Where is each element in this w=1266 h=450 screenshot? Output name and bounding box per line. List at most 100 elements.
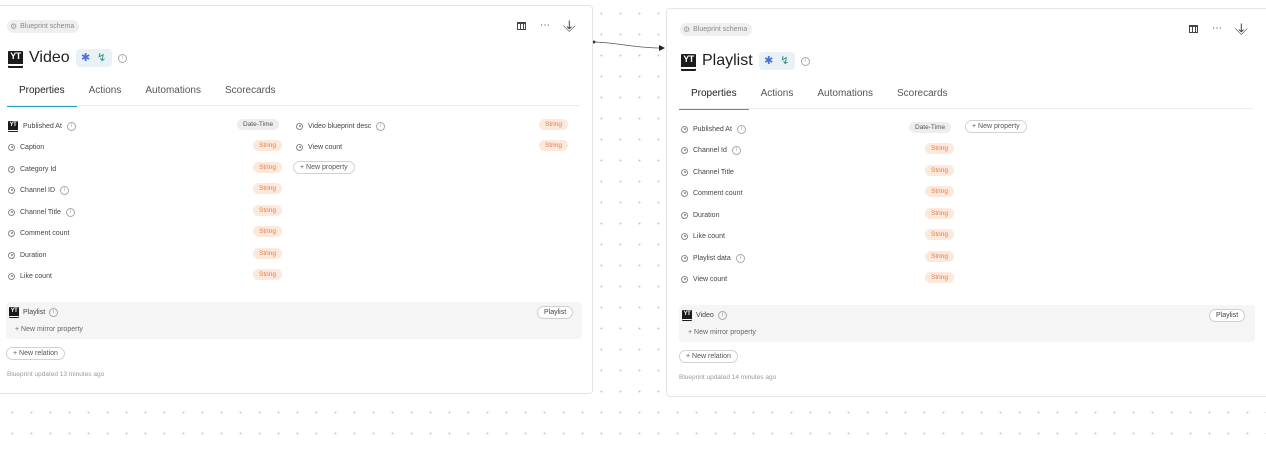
table-icon[interactable] bbox=[517, 22, 526, 30]
type-pill: String bbox=[925, 251, 954, 262]
more-icon[interactable]: ⋯ bbox=[540, 21, 550, 31]
tab-scorecards[interactable]: Scorecards bbox=[885, 88, 960, 110]
new-relation-button[interactable]: + New relation bbox=[6, 347, 65, 360]
property-row[interactable]: Channel Title bbox=[681, 166, 734, 178]
property-radio-icon bbox=[8, 165, 15, 173]
property-row[interactable]: Caption bbox=[8, 141, 44, 153]
property-radio-icon bbox=[681, 232, 688, 240]
property-row[interactable]: Published At i bbox=[681, 123, 746, 135]
relation-row[interactable]: YT Video i bbox=[682, 310, 727, 320]
relation-row[interactable]: YT Playlist i bbox=[9, 307, 59, 317]
info-icon[interactable]: i bbox=[736, 124, 746, 134]
relation-target-pill[interactable]: Playlist bbox=[537, 306, 574, 319]
type-pill: String bbox=[253, 183, 282, 194]
property-radio-icon bbox=[681, 254, 688, 262]
property-radio-icon bbox=[681, 275, 688, 283]
info-icon[interactable]: i bbox=[65, 207, 75, 217]
info-icon[interactable]: i bbox=[735, 253, 745, 263]
property-row[interactable]: Video blueprint desc i bbox=[296, 120, 386, 132]
info-icon[interactable]: i bbox=[376, 121, 386, 131]
property-row[interactable]: Like count bbox=[8, 270, 52, 282]
property-row[interactable]: Like count bbox=[681, 230, 725, 242]
table-icon[interactable] bbox=[1189, 25, 1198, 33]
type-pill: Date-Time bbox=[237, 119, 280, 130]
tab-actions[interactable]: Actions bbox=[749, 88, 806, 110]
property-row[interactable]: View count bbox=[296, 141, 342, 153]
type-pill: String bbox=[925, 165, 954, 176]
property-radio-icon bbox=[681, 211, 688, 219]
property-row[interactable]: Comment count bbox=[681, 187, 742, 199]
title-row: YT Video ✱ ↯ i bbox=[8, 49, 127, 67]
blueprint-schema-badge: ⚙ Blueprint schema bbox=[680, 23, 753, 36]
property-radio-icon bbox=[8, 229, 15, 237]
gear-icon: ⚙ bbox=[683, 24, 691, 34]
property-row[interactable]: Playlist data i bbox=[681, 252, 745, 264]
property-row[interactable]: View count bbox=[681, 273, 727, 285]
property-row[interactable]: Category Id bbox=[8, 163, 56, 175]
property-row[interactable]: Channel ID i bbox=[8, 184, 70, 196]
property-row[interactable]: Channel Title i bbox=[8, 206, 75, 218]
info-icon[interactable]: i bbox=[117, 53, 127, 63]
type-pill: String bbox=[539, 140, 568, 151]
type-pill: String bbox=[253, 226, 282, 237]
link-icon: ↯ bbox=[780, 55, 790, 67]
collapse-icon[interactable]: ⇲ bbox=[1233, 20, 1250, 37]
info-icon[interactable]: i bbox=[60, 185, 70, 195]
tab-scorecards[interactable]: Scorecards bbox=[213, 85, 288, 107]
more-icon[interactable]: ⋯ bbox=[1212, 24, 1222, 34]
updated-timestamp: Blueprint updated 14 minutes ago bbox=[679, 374, 777, 381]
type-pill: String bbox=[925, 186, 954, 197]
new-property-button[interactable]: + New property bbox=[965, 120, 1027, 133]
property-row[interactable]: Comment count bbox=[8, 227, 69, 239]
tab-automations[interactable]: Automations bbox=[133, 85, 213, 107]
property-radio-icon bbox=[681, 189, 688, 197]
tabs-divider bbox=[679, 108, 1253, 109]
playlist-blueprint-card[interactable]: ⚙ Blueprint schema ⋯ ⇲ YT Playlist ✱ ↯ i… bbox=[666, 8, 1266, 397]
video-blueprint-card[interactable]: ⚙ Blueprint schema ⋯ ⇲ YT Video ✱ ↯ i Pr… bbox=[0, 5, 593, 394]
tab-automations[interactable]: Automations bbox=[805, 88, 885, 110]
property-radio-icon bbox=[8, 143, 15, 151]
info-icon[interactable]: i bbox=[49, 307, 59, 317]
property-radio-icon bbox=[681, 125, 688, 133]
title-row: YT Playlist ✱ ↯ i bbox=[681, 52, 810, 70]
info-icon[interactable]: i bbox=[800, 56, 810, 66]
type-pill: String bbox=[253, 205, 282, 216]
youtube-logo: YT bbox=[681, 53, 696, 69]
type-pill: Date-Time bbox=[909, 122, 952, 133]
property-radio-icon bbox=[296, 143, 303, 151]
relation-target-pill[interactable]: Playlist bbox=[1209, 309, 1246, 322]
new-property-button[interactable]: + New property bbox=[293, 161, 355, 174]
property-radio-icon bbox=[8, 186, 15, 194]
sparkle-icon: ✱ bbox=[764, 55, 774, 67]
property-row[interactable]: YT Published At i bbox=[8, 120, 76, 132]
type-pill: String bbox=[253, 162, 282, 173]
integration-icons[interactable]: ✱ ↯ bbox=[75, 49, 112, 67]
tabs: Properties Actions Automations Scorecard… bbox=[7, 85, 288, 107]
integration-icons[interactable]: ✱ ↯ bbox=[758, 52, 795, 70]
sparkle-icon: ✱ bbox=[81, 52, 91, 64]
type-pill: String bbox=[539, 119, 568, 130]
updated-timestamp: Blueprint updated 13 minutes ago bbox=[7, 371, 105, 378]
tab-properties[interactable]: Properties bbox=[7, 85, 77, 107]
property-row[interactable]: Duration bbox=[8, 249, 46, 261]
tab-properties[interactable]: Properties bbox=[679, 88, 749, 110]
new-mirror-property-button[interactable]: + New mirror property bbox=[15, 326, 83, 333]
type-pill: String bbox=[925, 272, 954, 283]
info-icon[interactable]: i bbox=[66, 121, 76, 131]
card-toolbar: ⋯ ⇲ bbox=[517, 17, 578, 35]
property-row[interactable]: Duration bbox=[681, 209, 719, 221]
property-radio-icon bbox=[681, 146, 688, 154]
type-pill: String bbox=[925, 208, 954, 219]
new-mirror-property-button[interactable]: + New mirror property bbox=[688, 329, 756, 336]
collapse-icon[interactable]: ⇲ bbox=[561, 17, 578, 34]
link-icon: ↯ bbox=[97, 52, 107, 64]
tab-actions[interactable]: Actions bbox=[77, 85, 134, 107]
tabs-divider bbox=[7, 105, 580, 106]
type-pill: String bbox=[253, 269, 282, 280]
info-icon[interactable]: i bbox=[717, 310, 727, 320]
new-relation-button[interactable]: + New relation bbox=[679, 350, 738, 363]
youtube-logo: YT bbox=[8, 50, 23, 66]
property-row[interactable]: Channel Id i bbox=[681, 144, 741, 156]
info-icon[interactable]: i bbox=[731, 145, 741, 155]
youtube-logo: YT bbox=[682, 310, 692, 320]
